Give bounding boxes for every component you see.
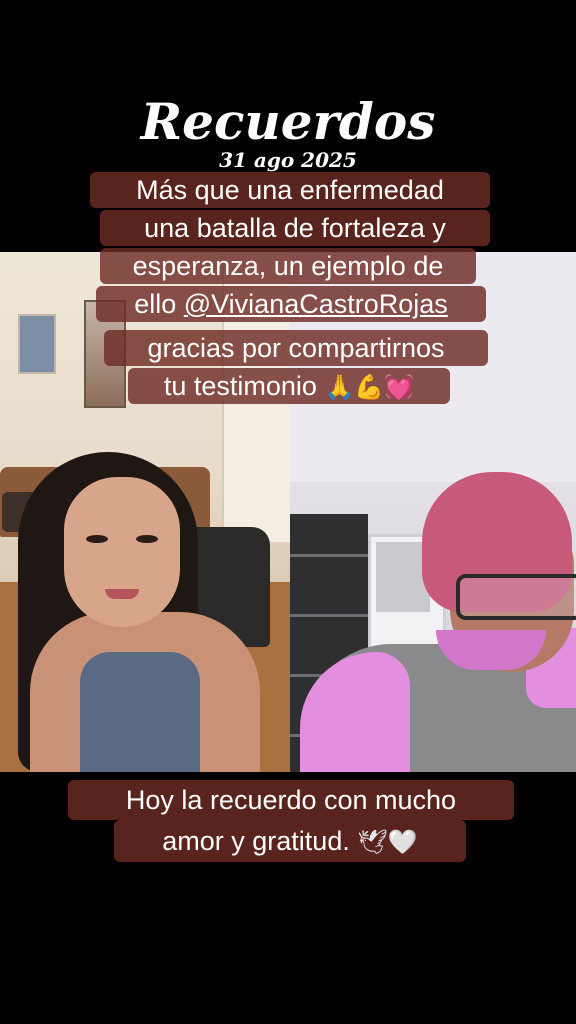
wall-picture-bridge	[18, 314, 56, 374]
pray-icon: 🙏	[324, 373, 355, 401]
caption-bottom-line: amor y gratitud. 🕊🤍	[114, 820, 466, 862]
caption-top-line: tu testimonio 🙏💪💓	[128, 368, 450, 404]
page-title: Recuerdos	[140, 92, 436, 151]
caption-bottom-line: Hoy la recuerdo con mucho	[68, 780, 514, 820]
caption-top-line: Más que una enfermedad	[90, 172, 490, 208]
person-left-top	[80, 652, 200, 772]
mouth	[105, 589, 139, 599]
video-frame[interactable]: Recuerdos 31 ago 2025 Más que una enferm…	[0, 0, 576, 1024]
caption-top-line: una batalla de fortaleza y	[100, 210, 490, 246]
muscle-icon: 💪	[354, 373, 385, 401]
mention-link[interactable]: @VivianaCastroRojas	[184, 289, 448, 319]
person-left-face	[64, 477, 180, 627]
glasses	[456, 574, 576, 620]
caption-top-line: esperanza, un ejemplo de	[100, 248, 476, 284]
pink-heart-icon: 💓	[384, 373, 415, 401]
eye-left	[86, 535, 108, 543]
caption-top-line: gracias por compartirnos	[104, 330, 488, 366]
white-heart-icon: 🤍	[387, 828, 418, 856]
date-label: 31 ago 2025	[219, 148, 357, 172]
dove-icon: 🕊	[357, 828, 388, 856]
caption-top-line: ello @VivianaCastroRojas	[96, 286, 486, 322]
eye-right	[136, 535, 158, 543]
